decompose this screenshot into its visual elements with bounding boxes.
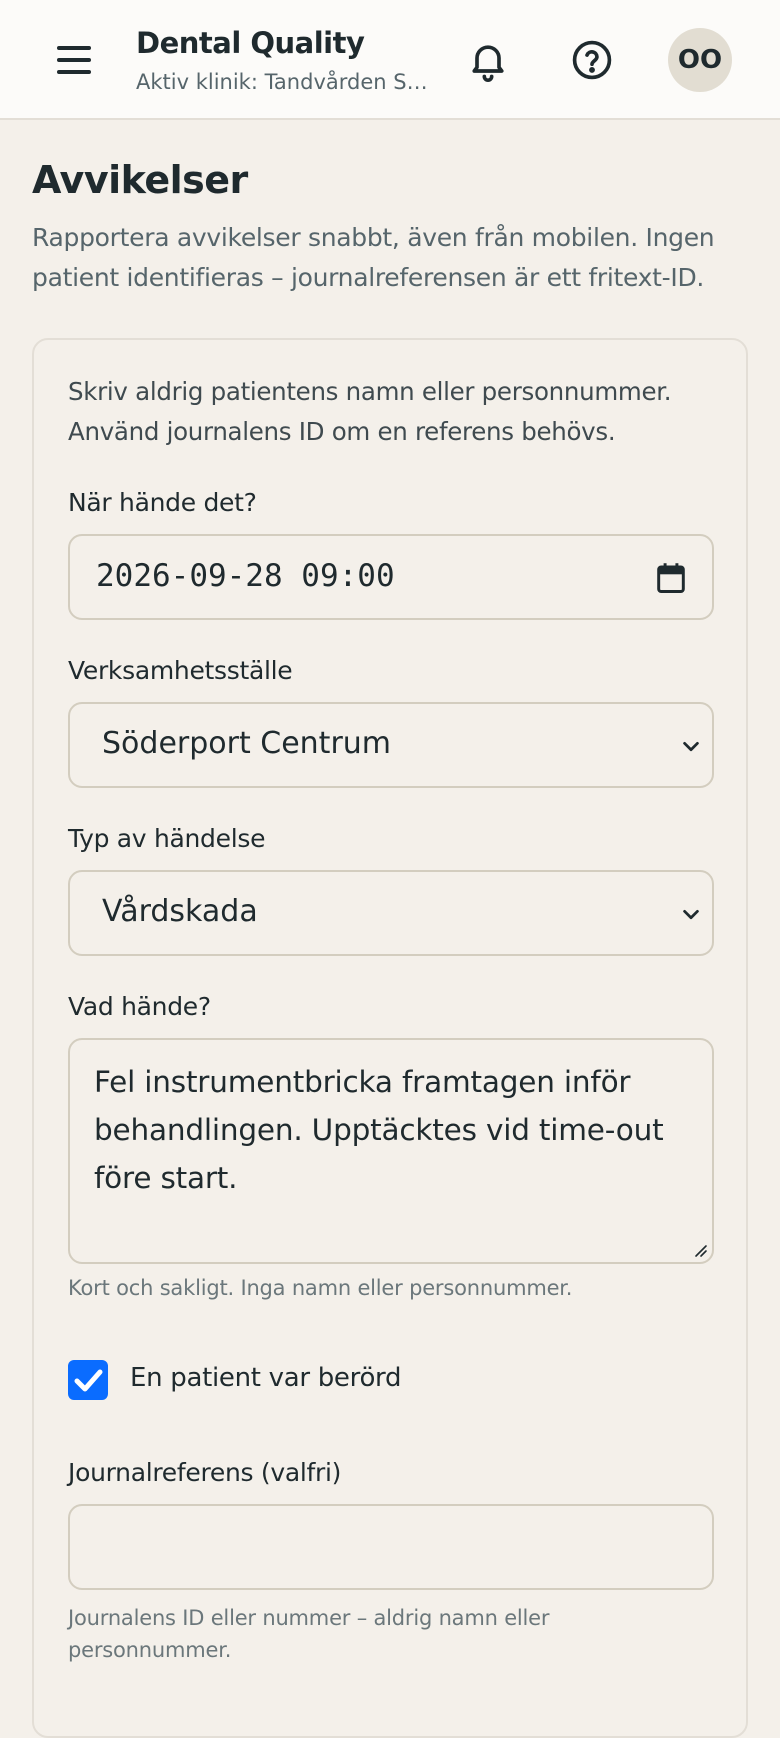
description-value: Fel instrumentbricka framtagen inför beh… <box>94 1065 664 1195</box>
menu-icon[interactable] <box>54 42 94 78</box>
event-type-value: Vårdskada <box>102 894 258 929</box>
description-label: Vad hände? <box>68 992 211 1021</box>
location-value: Söderport Centrum <box>102 726 392 761</box>
resize-handle-icon[interactable] <box>690 1240 708 1258</box>
location-label: Verksamhetsställe <box>68 656 293 685</box>
checkmark-icon <box>74 1369 103 1392</box>
journal-ref-input[interactable] <box>68 1504 714 1590</box>
top-app-bar: Dental Quality Aktiv klinik: Tandvården … <box>0 0 780 120</box>
page-title: Avvikelser <box>32 158 248 202</box>
datetime-input[interactable]: 2026-09-28 09:00 <box>68 534 714 620</box>
datetime-value: 2026-09-28 09:00 <box>96 558 395 594</box>
description-hint: Kort och sakligt. Inga namn eller person… <box>68 1276 573 1300</box>
event-type-select[interactable]: Vårdskada <box>68 870 714 956</box>
location-select[interactable]: Söderport Centrum <box>68 702 714 788</box>
patient-involved-checkbox[interactable] <box>68 1360 108 1400</box>
page-description: Rapportera avvikelser snabbt, även från … <box>32 223 715 292</box>
journal-ref-label: Journalreferens (valfri) <box>68 1458 342 1487</box>
avatar[interactable]: OO <box>668 28 732 92</box>
chevron-down-icon <box>683 741 699 752</box>
privacy-notice: Skriv aldrig patientens namn eller perso… <box>68 377 672 446</box>
deviation-form-card: Skriv aldrig patientens namn eller perso… <box>32 338 748 1738</box>
description-textarea[interactable]: Fel instrumentbricka framtagen inför beh… <box>68 1038 714 1264</box>
active-clinic-label: Aktiv klinik: Tandvården S… <box>136 70 428 94</box>
patient-involved-label[interactable]: En patient var berörd <box>130 1363 402 1393</box>
when-label: När hände det? <box>68 488 257 517</box>
bell-icon[interactable] <box>466 38 510 82</box>
event-type-label: Typ av händelse <box>68 824 266 853</box>
help-icon[interactable] <box>570 38 614 82</box>
chevron-down-icon <box>683 909 699 920</box>
app-title: Dental Quality <box>136 26 365 60</box>
journal-ref-hint: Journalens ID eller nummer – aldrig namn… <box>68 1606 550 1662</box>
calendar-icon[interactable] <box>656 562 686 594</box>
